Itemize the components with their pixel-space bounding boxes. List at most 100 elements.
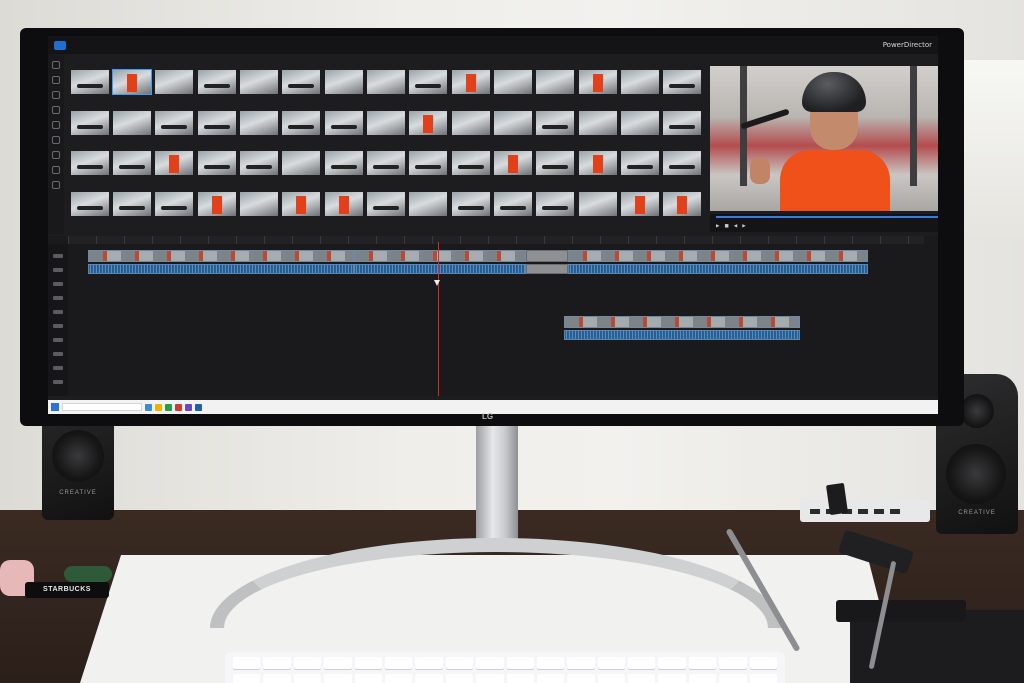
prev-frame-icon[interactable]: ◀ — [734, 224, 737, 229]
media-thumbnail[interactable] — [70, 191, 109, 231]
media-thumbnail[interactable] — [536, 110, 575, 150]
media-thumbnail[interactable] — [620, 110, 659, 150]
audio-mix-icon[interactable] — [52, 166, 60, 174]
media-thumbnail[interactable] — [493, 151, 532, 190]
media-thumbnail[interactable] — [409, 191, 448, 231]
pip-video-clip[interactable] — [564, 316, 800, 328]
media-thumbnail[interactable] — [663, 110, 702, 150]
transition-icon[interactable] — [52, 151, 60, 159]
media-thumbnail[interactable] — [282, 191, 321, 231]
media-thumbnail[interactable] — [155, 151, 194, 190]
taskbar-app-icon[interactable] — [185, 403, 192, 411]
media-thumbnail[interactable] — [578, 70, 617, 109]
media-thumbnail[interactable] — [197, 151, 236, 190]
track-header[interactable] — [53, 282, 63, 286]
media-thumbnail[interactable] — [111, 69, 152, 109]
media-thumbnail[interactable] — [578, 110, 617, 150]
taskbar-app-icon[interactable] — [175, 403, 182, 411]
media-thumbnail[interactable] — [451, 191, 490, 231]
media-thumbnail[interactable] — [282, 151, 321, 190]
start-icon[interactable] — [51, 403, 59, 411]
media-thumbnail[interactable] — [155, 191, 194, 231]
media-thumbnail[interactable] — [620, 151, 659, 190]
media-thumbnail[interactable] — [663, 70, 702, 109]
preview-scrubber[interactable] — [716, 216, 938, 218]
import-icon[interactable] — [52, 61, 60, 69]
timeline-playhead[interactable] — [438, 242, 439, 396]
media-thumbnail[interactable] — [536, 151, 575, 190]
media-thumbnail[interactable] — [366, 70, 405, 109]
audio-clip[interactable] — [568, 264, 868, 274]
media-thumbnail[interactable] — [451, 110, 490, 150]
media-thumbnail[interactable] — [239, 151, 278, 190]
stop-icon[interactable]: ■ — [724, 224, 728, 229]
media-thumbnail[interactable] — [493, 110, 532, 150]
track-header[interactable] — [53, 324, 63, 328]
track-header[interactable] — [53, 310, 63, 314]
video-clip[interactable] — [568, 250, 868, 262]
media-thumbnail[interactable] — [324, 70, 363, 109]
media-thumbnail[interactable] — [155, 110, 194, 150]
video-clip[interactable] — [354, 250, 526, 262]
media-thumbnail[interactable] — [409, 151, 448, 190]
particle-icon[interactable] — [52, 121, 60, 129]
track-header[interactable] — [53, 254, 63, 258]
media-thumbnail[interactable] — [620, 70, 659, 109]
media-thumbnail[interactable] — [324, 110, 363, 150]
media-thumbnail[interactable] — [70, 70, 109, 109]
track-header[interactable] — [53, 352, 63, 356]
media-thumbnail[interactable] — [197, 191, 236, 231]
media-thumbnail[interactable] — [409, 70, 448, 109]
media-thumbnail[interactable] — [239, 70, 278, 109]
media-thumbnail[interactable] — [282, 70, 321, 109]
media-thumbnail[interactable] — [663, 151, 702, 190]
media-thumbnail[interactable] — [197, 110, 236, 150]
taskbar-app-icon[interactable] — [195, 403, 202, 411]
audio-clip[interactable] — [88, 264, 354, 274]
media-thumbnail[interactable] — [578, 191, 617, 231]
media-thumbnail[interactable] — [155, 70, 194, 109]
preview-window[interactable] — [710, 66, 938, 211]
track-header[interactable] — [53, 366, 63, 370]
media-thumbnail[interactable] — [112, 110, 151, 150]
video-clip[interactable] — [88, 250, 354, 262]
media-thumbnail[interactable] — [663, 191, 702, 231]
media-thumbnail[interactable] — [197, 70, 236, 109]
media-thumbnail[interactable] — [70, 151, 109, 190]
media-thumbnail[interactable] — [493, 191, 532, 231]
media-thumbnail[interactable] — [620, 191, 659, 231]
media-thumbnail[interactable] — [366, 110, 405, 150]
audio-clip[interactable] — [526, 264, 568, 274]
taskbar-app-icon[interactable] — [165, 403, 172, 411]
media-thumbnail[interactable] — [536, 70, 575, 109]
media-thumbnail[interactable] — [366, 191, 405, 231]
media-thumbnail[interactable] — [409, 110, 448, 150]
track-header[interactable] — [53, 296, 63, 300]
video-clip[interactable] — [526, 250, 568, 262]
effects-icon[interactable] — [52, 91, 60, 99]
timeline-ruler[interactable] — [68, 236, 924, 244]
next-frame-icon[interactable]: ▶ — [742, 224, 745, 229]
track-header[interactable] — [53, 380, 63, 384]
media-thumbnail[interactable] — [493, 70, 532, 109]
track-header[interactable] — [53, 338, 63, 342]
taskbar-app-icon[interactable] — [145, 403, 152, 411]
media-thumbnail[interactable] — [239, 191, 278, 231]
media-thumbnail[interactable] — [112, 191, 151, 231]
audio-clip[interactable] — [354, 264, 526, 274]
media-thumbnail[interactable] — [578, 151, 617, 190]
media-thumbnail[interactable] — [282, 110, 321, 150]
media-thumbnail[interactable] — [451, 70, 490, 109]
media-thumbnail[interactable] — [536, 191, 575, 231]
media-thumbnail[interactable] — [451, 151, 490, 190]
pip-audio-clip[interactable] — [564, 330, 800, 340]
subtitle-icon[interactable] — [52, 181, 60, 189]
pip-icon[interactable] — [52, 106, 60, 114]
media-icon[interactable] — [52, 76, 60, 84]
media-thumbnail[interactable] — [70, 110, 109, 150]
media-thumbnail[interactable] — [112, 151, 151, 190]
taskbar-app-icon[interactable] — [155, 403, 162, 411]
media-thumbnail[interactable] — [324, 151, 363, 190]
taskbar-search[interactable] — [62, 403, 142, 411]
track-header[interactable] — [53, 268, 63, 272]
